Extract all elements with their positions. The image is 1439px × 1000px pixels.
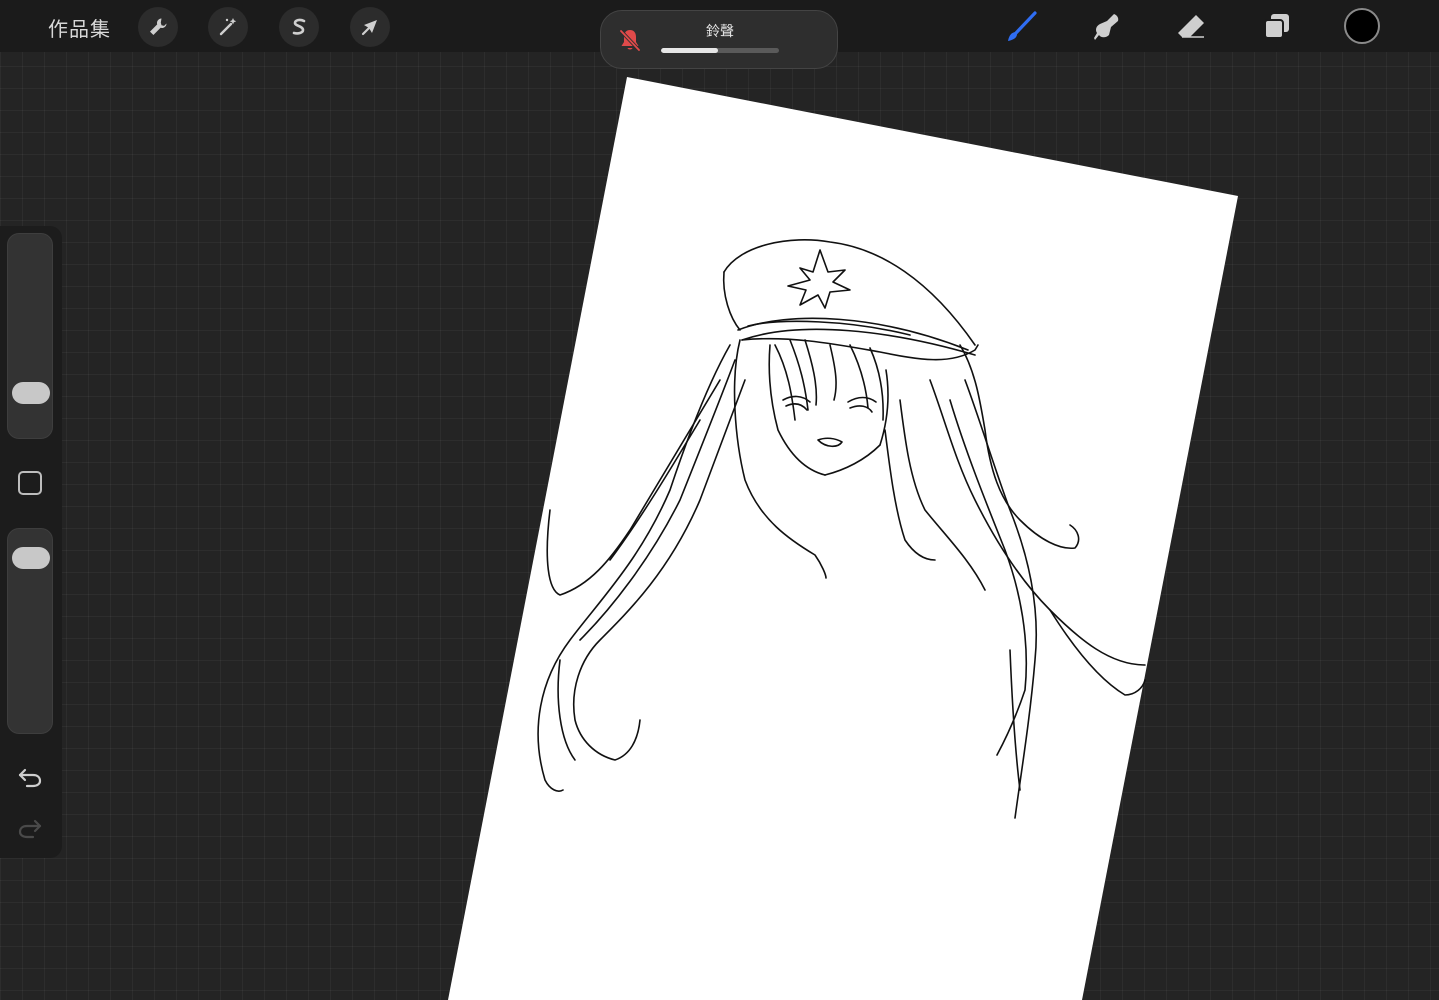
modify-button[interactable] [18, 471, 42, 495]
layers-icon [1264, 14, 1289, 39]
redo-icon[interactable] [16, 813, 44, 841]
bell-muted-icon [619, 29, 641, 52]
volume-fill [661, 48, 718, 53]
ringer-label: 鈴聲 [706, 24, 734, 40]
selection-s-icon [292, 18, 306, 35]
brush-size-slider[interactable] [7, 233, 53, 439]
undo-icon[interactable] [16, 762, 44, 790]
volume-bar [661, 48, 779, 53]
paper[interactable] [448, 77, 1238, 1000]
procreate-app: 作品集 鈴聲 [0, 0, 1439, 1000]
color-swatch[interactable] [1344, 8, 1380, 44]
gallery-button[interactable]: 作品集 [48, 13, 111, 42]
ringer-hud: 鈴聲 [600, 10, 838, 69]
brush-size-thumb[interactable] [12, 382, 50, 405]
adjustments-button[interactable] [208, 7, 248, 47]
smudge-button[interactable] [1087, 8, 1125, 46]
opacity-thumb[interactable] [12, 547, 50, 570]
layers-button[interactable] [1258, 8, 1296, 46]
transform-button[interactable] [350, 7, 390, 47]
eraser-icon [1178, 15, 1204, 38]
brush-icon [1008, 11, 1037, 41]
actions-button[interactable] [138, 7, 178, 47]
left-sidebar [0, 226, 62, 858]
opacity-slider[interactable] [7, 528, 53, 734]
brush-button[interactable] [1002, 8, 1040, 46]
magic-wand-icon [219, 18, 237, 36]
eraser-button[interactable] [1172, 8, 1210, 46]
drawing-canvas[interactable] [0, 52, 1439, 1000]
arrow-cursor-icon [361, 20, 377, 36]
smudge-icon [1094, 14, 1119, 40]
selection-button[interactable] [279, 7, 319, 47]
wrench-icon [150, 18, 167, 35]
